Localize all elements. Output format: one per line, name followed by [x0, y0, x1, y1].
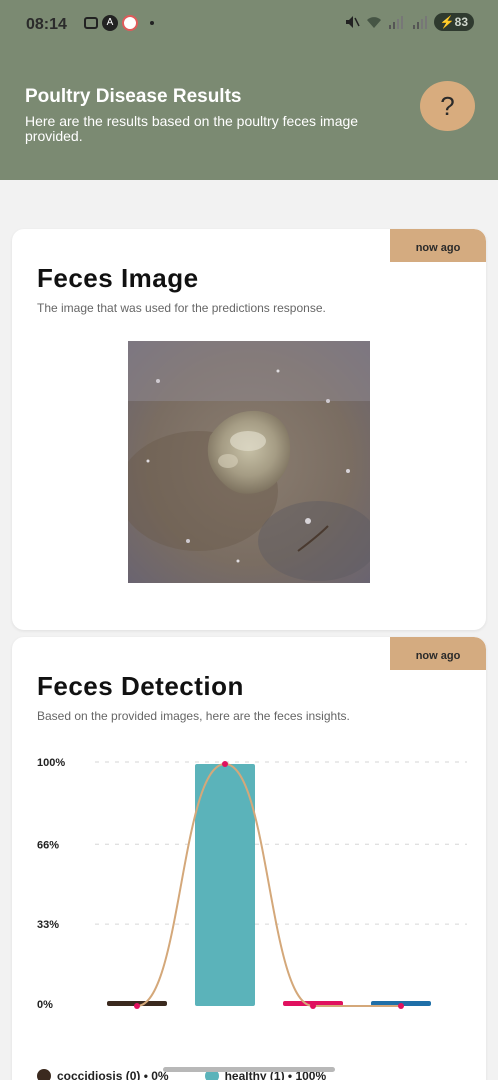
legend-item: coccidiosis (0) • 0%	[37, 1069, 169, 1080]
data-point	[134, 1003, 140, 1009]
status-bar: 08:14 A ⚡83	[0, 0, 498, 50]
y-tick-label: 33%	[37, 919, 59, 931]
data-point	[310, 1003, 316, 1009]
page-subtitle: Here are the results based on the poultr…	[25, 113, 359, 144]
card-subtitle: The image that was used for the predicti…	[37, 301, 326, 315]
scroll-indicator	[163, 1067, 335, 1072]
timestamp-badge: now ago	[390, 229, 486, 262]
timestamp-badge: now ago	[390, 637, 486, 670]
signal-icon-2	[412, 16, 427, 29]
y-tick-label: 66%	[37, 839, 59, 851]
status-time: 08:14	[26, 16, 67, 33]
feces-photo	[128, 341, 370, 583]
help-label: ?	[440, 90, 455, 121]
page-title: Poultry Disease Results	[25, 86, 242, 107]
app-a-icon: A	[102, 15, 118, 31]
trend-line	[136, 762, 401, 1008]
card-title: Feces Detection	[37, 671, 244, 701]
battery-indicator: ⚡83	[433, 13, 474, 31]
legend-color-dot	[37, 1069, 51, 1080]
battery-level: 83	[454, 15, 468, 29]
y-tick-label: 0%	[37, 999, 53, 1011]
detection-bar-chart: 0% 33% 66% 100%	[37, 757, 467, 1011]
card-subtitle: Based on the provided images, here are t…	[37, 709, 350, 723]
legend-label: coccidiosis (0) • 0%	[57, 1069, 169, 1080]
feces-detection-card: now ago Feces Detection Based on the pro…	[12, 637, 486, 1080]
data-point	[222, 761, 228, 767]
help-button[interactable]: ?	[420, 81, 475, 131]
more-notifications-icon	[150, 21, 154, 25]
y-tick-label: 100%	[37, 757, 65, 769]
wifi-icon	[366, 17, 381, 28]
app-p-icon	[122, 15, 138, 31]
feces-image-card: now ago Feces Image The image that was u…	[12, 229, 486, 630]
card-title: Feces Image	[37, 263, 199, 293]
screenshot-icon	[84, 17, 98, 29]
signal-icon	[388, 16, 403, 29]
data-point	[398, 1003, 404, 1009]
bar-healthy[interactable]	[195, 764, 255, 1006]
system-icons: ⚡83	[344, 13, 474, 31]
app-header: Poultry Disease Results Here are the res…	[0, 50, 498, 180]
mute-icon	[345, 16, 360, 28]
notification-icons: A	[84, 15, 154, 31]
